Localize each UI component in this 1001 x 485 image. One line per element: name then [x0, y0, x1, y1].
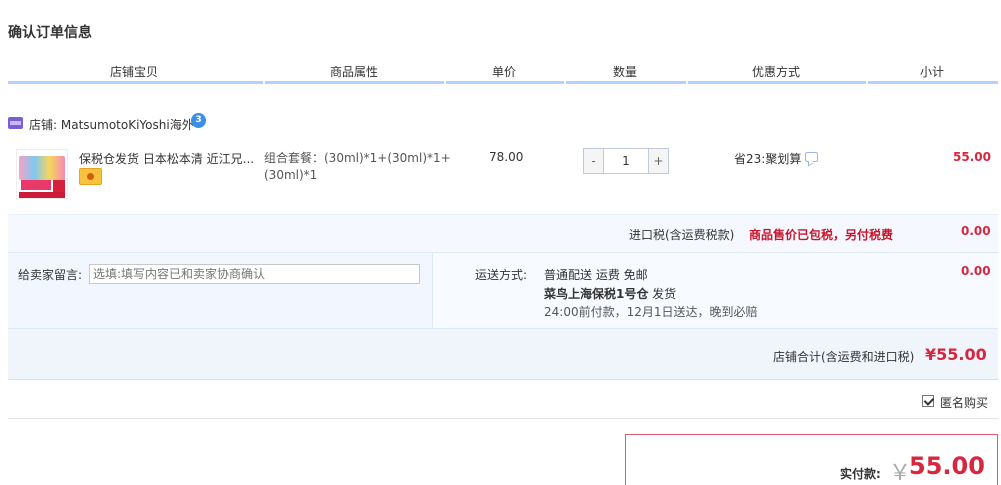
shop-icon [8, 117, 23, 129]
anonymous-checkbox[interactable] [922, 395, 934, 407]
unit-price: 78.00 [489, 150, 524, 164]
store-total-value: ¥55.00 [925, 345, 987, 364]
anonymous-label[interactable]: 匿名购买 [940, 394, 988, 411]
quantity-plus-button[interactable]: + [648, 149, 668, 173]
shipping-warehouse: 菜鸟上海保税1号仓 发货 [544, 287, 677, 301]
promo-text: 省23:聚划算 [734, 152, 802, 166]
seller-message-label: 给卖家留言: [18, 268, 83, 282]
tax-label: 进口税(含运费税款) [629, 228, 735, 242]
comment-icon[interactable] [805, 152, 818, 162]
bonded-badge-icon [79, 168, 102, 185]
page-title: 确认订单信息 [8, 25, 92, 41]
quantity-input[interactable] [604, 149, 648, 173]
payment-label: 实付款: [840, 467, 881, 481]
product-thumbnail[interactable] [16, 149, 68, 199]
tax-note: 商品售价已包税，另付税费 [749, 228, 894, 242]
product-attributes: 组合套餐：(30ml)*1+(30ml)*1+(30ml)*1 [264, 151, 451, 182]
divider [8, 418, 998, 419]
product-name-link[interactable]: 保税仓发货 日本松本清 近江兄... [79, 150, 254, 167]
quantity-minus-button[interactable]: - [584, 149, 604, 173]
seller-message-input[interactable] [89, 264, 420, 284]
column-header-qty: 数量 [613, 65, 638, 79]
wangwang-chat-icon[interactable]: 3 [191, 113, 206, 128]
column-header-promo: 优惠方式 [752, 65, 801, 79]
quantity-stepper: - + [583, 148, 669, 174]
column-header-item: 店铺宝贝 [110, 65, 159, 79]
column-header-price: 单价 [492, 65, 517, 79]
shipping-label: 运送方式: [475, 268, 528, 282]
header-divider [8, 81, 998, 84]
shipping-method: 普通配送 运费 免邮 [544, 268, 648, 282]
shop-name[interactable]: 店铺: MatsumotoKiYoshi海外 [29, 116, 194, 133]
column-header-subtotal: 小计 [920, 65, 945, 79]
delivery-promise: 24:00前付款，12月1日送达，晚到必赔 [544, 305, 758, 319]
shipping-value: 0.00 [961, 264, 991, 278]
payment-currency: ￥ [889, 461, 912, 485]
column-header-attr: 商品属性 [330, 65, 379, 79]
item-subtotal: 55.00 [953, 150, 991, 164]
tax-value: 0.00 [961, 224, 991, 238]
payment-value: 55.00 [909, 452, 985, 480]
store-total-label: 店铺合计(含运费和进口税) [773, 350, 915, 364]
